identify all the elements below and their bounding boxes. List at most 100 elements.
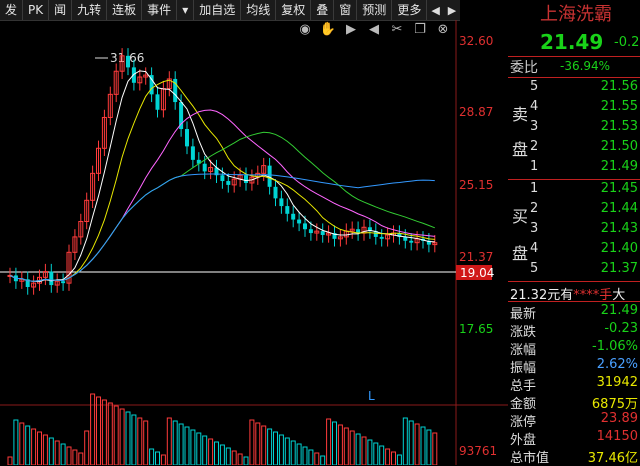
volume-bar	[278, 434, 284, 465]
volume-bar	[13, 419, 19, 465]
toolbar-adjust-button[interactable]: 复权	[276, 0, 312, 20]
buy-order-3[interactable]: 3 21.43	[530, 221, 638, 241]
volume-bar	[432, 432, 438, 465]
candle-body	[49, 271, 54, 286]
toolbar-fa-button[interactable]: 发	[0, 0, 24, 20]
stat-value: 2.62%	[596, 357, 638, 372]
stat-row: 最新 21.49	[510, 303, 638, 322]
price-tick-1: 32.60	[459, 34, 493, 48]
toolbar-next-arrow-icon[interactable]: ▶	[444, 4, 460, 17]
volume-bar	[84, 430, 90, 465]
volume-bar	[131, 414, 137, 465]
ma30-line	[9, 131, 435, 282]
volume-bar	[326, 418, 332, 465]
volume-bar	[349, 430, 355, 465]
buy-label-2: 盘	[512, 244, 529, 263]
sell-order-1[interactable]: 1 21.49	[530, 159, 638, 179]
volume-bar	[101, 399, 107, 465]
sell-order-2[interactable]: 2 21.50	[530, 139, 638, 159]
volume-bar	[267, 428, 273, 465]
candle-body	[126, 55, 130, 68]
panel-divider-book	[508, 179, 640, 180]
toolbar-event-button[interactable]: 事件	[142, 0, 178, 20]
volume-bar	[19, 422, 25, 465]
volume-bar	[402, 417, 408, 465]
candle-body	[185, 129, 189, 147]
volume-bar	[31, 428, 37, 465]
toolbar-prev-arrow-icon[interactable]: ◀	[427, 4, 443, 17]
volume-bar	[125, 411, 131, 465]
stat-value: 37.46亿	[587, 451, 638, 466]
toolbar-lianban-button[interactable]: 连板	[107, 0, 143, 20]
volume-bar	[343, 427, 349, 465]
stat-row: 总市值 37.46亿	[510, 447, 638, 466]
sell-label-2: 盘	[512, 140, 529, 159]
candle-body	[379, 236, 384, 239]
sell-order-5[interactable]: 5 21.56	[530, 79, 638, 99]
volume-bar	[219, 444, 225, 465]
volume-bar	[166, 417, 172, 465]
candle-body	[220, 175, 225, 182]
buy-order-2[interactable]: 2 21.44	[530, 201, 638, 221]
volume-bar	[60, 443, 66, 465]
volume-bar	[261, 425, 267, 465]
stat-row: 振幅 2.62%	[510, 357, 638, 376]
volume-bar	[78, 452, 84, 465]
volume-bar	[231, 450, 237, 465]
volume-bar	[143, 420, 149, 465]
volume-bar	[202, 435, 208, 465]
toolbar-overlay-button[interactable]: 叠	[311, 0, 335, 20]
toolbar-jiuzhuan-button[interactable]: 九转	[72, 0, 108, 20]
toolbar-event-dropdown[interactable]: ▾	[177, 0, 195, 20]
stat-label: 总手	[510, 379, 537, 394]
candle-body	[226, 181, 231, 185]
candle-body	[297, 219, 302, 224]
toolbar-more-button[interactable]: 更多	[392, 0, 428, 20]
candle-body	[273, 186, 278, 199]
sell-label-1: 卖	[512, 105, 529, 124]
volume-bar	[396, 454, 402, 465]
stat-label: 最新	[510, 307, 537, 322]
kline-chart[interactable]: 19.04 32.60 28.87 25.15 21.37 17.65 9376…	[0, 20, 508, 465]
buy-order-5[interactable]: 5 21.37	[530, 261, 638, 281]
volume-bar	[426, 429, 432, 465]
stat-label: 总市值	[510, 451, 550, 466]
ma20-line	[9, 109, 435, 282]
buy-order-4[interactable]: 4 21.40	[530, 241, 638, 261]
stat-label: 涨停	[510, 415, 537, 430]
volume-bar	[337, 424, 343, 465]
toolbar-ma-button[interactable]: 均线	[241, 0, 277, 20]
stat-label: 涨幅	[510, 343, 537, 358]
buy-order-1[interactable]: 1 21.45	[530, 181, 638, 201]
volume-bar	[243, 456, 249, 465]
volume-bar	[214, 441, 219, 465]
sell-order-4[interactable]: 4 21.55	[530, 99, 638, 119]
sell-order-3[interactable]: 3 21.53	[530, 119, 638, 139]
volume-bar	[373, 442, 379, 465]
candle-body	[303, 223, 307, 230]
candle-body	[190, 146, 195, 160]
candle-body	[155, 94, 160, 110]
volume-bar	[96, 396, 101, 465]
toolbar-news-button[interactable]: 闻	[49, 0, 73, 20]
volume-bar	[361, 436, 367, 465]
toolbar-add-watchlist-button[interactable]: 加自选	[194, 0, 242, 20]
toolbar-pk-button[interactable]: PK	[23, 0, 50, 20]
toolbar-window-button[interactable]: 窗	[334, 0, 358, 20]
volume-bar	[48, 437, 54, 465]
toolbar-forecast-button[interactable]: 预测	[357, 0, 393, 20]
stat-value: -0.23	[604, 321, 638, 336]
volume-bar	[302, 446, 308, 465]
stat-row: 涨跌 -0.23	[510, 321, 638, 340]
stat-row: 外盘 14150	[510, 429, 638, 448]
volume-bar	[184, 426, 190, 465]
volume-bar	[249, 419, 255, 465]
candle-body	[409, 240, 414, 243]
candle-body	[320, 231, 325, 235]
price-tick-5: 17.65	[459, 322, 493, 336]
volume-bar	[237, 453, 243, 465]
kline-svg: 19.04 32.60 28.87 25.15 21.37 17.65 9376…	[0, 20, 508, 465]
candle-body	[279, 198, 284, 207]
stat-label: 振幅	[510, 361, 537, 376]
candle-body	[202, 163, 207, 172]
